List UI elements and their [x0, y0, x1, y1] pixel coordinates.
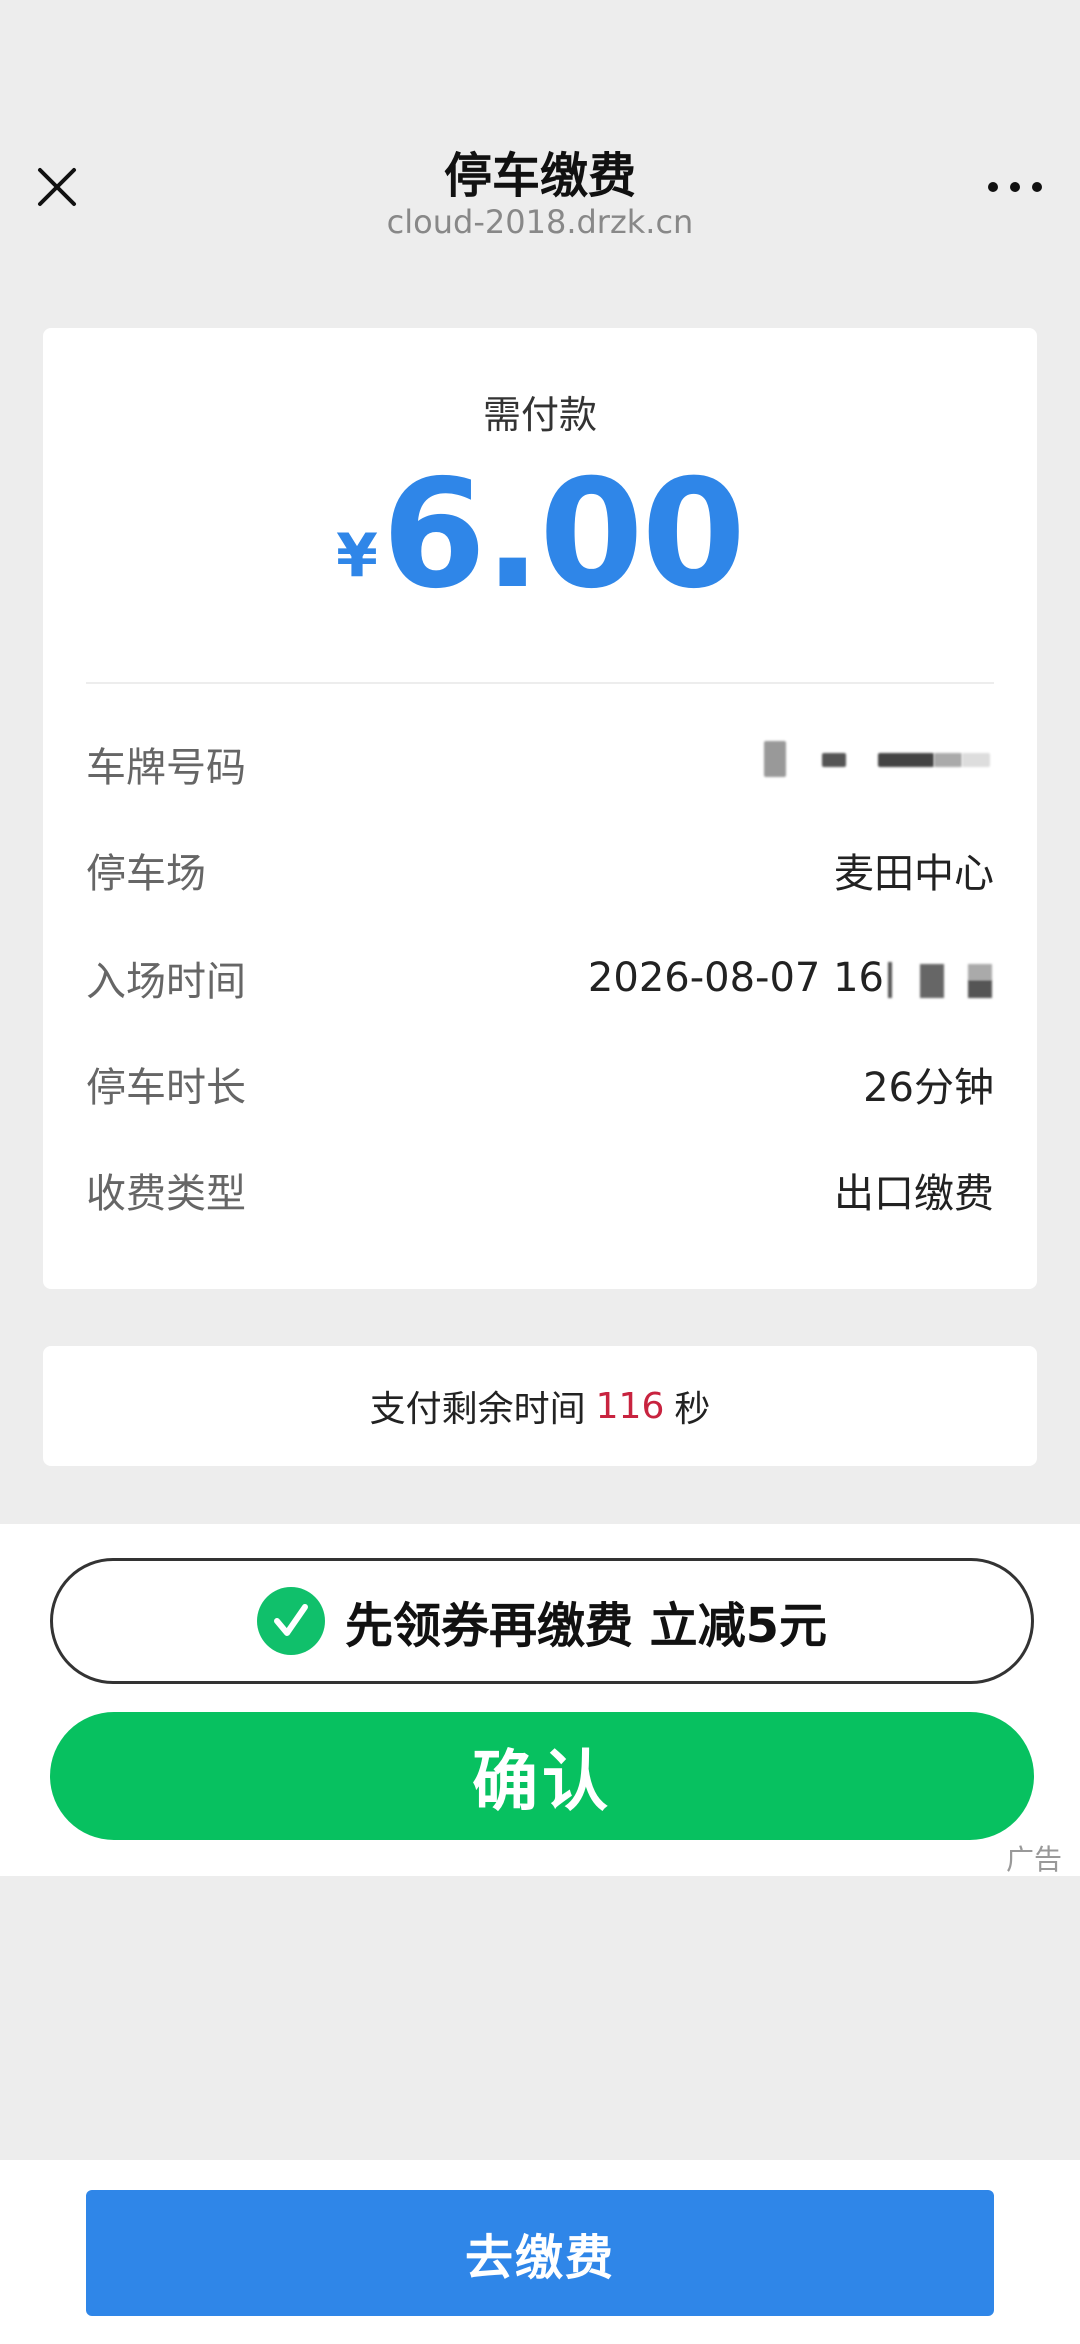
confirm-button[interactable]: 确认 [50, 1712, 1034, 1840]
amount-value: 6.00 [381, 448, 746, 622]
row-label: 车牌号码 [86, 745, 246, 791]
payment-countdown: 支付剩余时间 116 秒 [43, 1346, 1037, 1466]
info-row-plate: 车牌号码 [86, 734, 994, 794]
row-value: 出口缴费 [834, 1171, 994, 1217]
row-label: 停车时长 [86, 1065, 246, 1111]
info-row-fee-type: 收费类型 出口缴费 [86, 1160, 994, 1220]
row-value: 麦田中心 [834, 851, 994, 897]
info-row-parking-lot: 停车场 麦田中心 [86, 840, 994, 900]
countdown-seconds: 116 [595, 1385, 665, 1427]
row-label: 入场时间 [86, 959, 246, 1005]
pay-button[interactable]: 去缴费 [86, 2190, 994, 2316]
ad-section: 先领券再缴费 立减5元 确认 广告 [0, 1524, 1080, 1876]
countdown-suffix: 秒 [674, 1389, 711, 1430]
ad-badge: 广告 [1005, 1843, 1062, 1876]
coupon-button[interactable]: 先领券再缴费 立减5元 [50, 1558, 1034, 1684]
top-bar: 停车缴费 cloud-2018.drzk.cn [0, 0, 1080, 260]
payment-card: 需付款 ¥6.00 车牌号码 停车场 麦田中心 入场时间 2026-08-07 … [43, 328, 1037, 1289]
amount-display: ¥6.00 [43, 448, 1037, 622]
coupon-label: 先领券再缴费 立减5元 [344, 1598, 828, 1654]
amount-label: 需付款 [482, 393, 597, 437]
check-icon [256, 1587, 325, 1655]
countdown-prefix: 支付剩余时间 [369, 1389, 586, 1430]
info-row-duration: 停车时长 26分钟 [86, 1054, 994, 1114]
bottom-bar: 去缴费 [0, 2160, 1080, 2344]
plate-value-redacted [754, 741, 994, 787]
divider [86, 682, 994, 684]
currency-symbol: ¥ [336, 521, 378, 591]
more-dots-icon [988, 182, 1042, 192]
row-value: 2026-08-07 16 [587, 955, 884, 1001]
page-domain: cloud-2018.drzk.cn [386, 203, 694, 241]
row-value: 26分钟 [863, 1065, 994, 1111]
more-button[interactable] [980, 160, 1050, 214]
redacted-block [884, 960, 994, 1000]
entry-time-value: 2026-08-07 16 [588, 955, 994, 1001]
row-label: 收费类型 [86, 1171, 246, 1217]
info-row-entry-time: 入场时间 2026-08-07 16 [86, 948, 994, 1008]
row-label: 停车场 [86, 851, 206, 897]
page-title: 停车缴费 [443, 148, 636, 204]
